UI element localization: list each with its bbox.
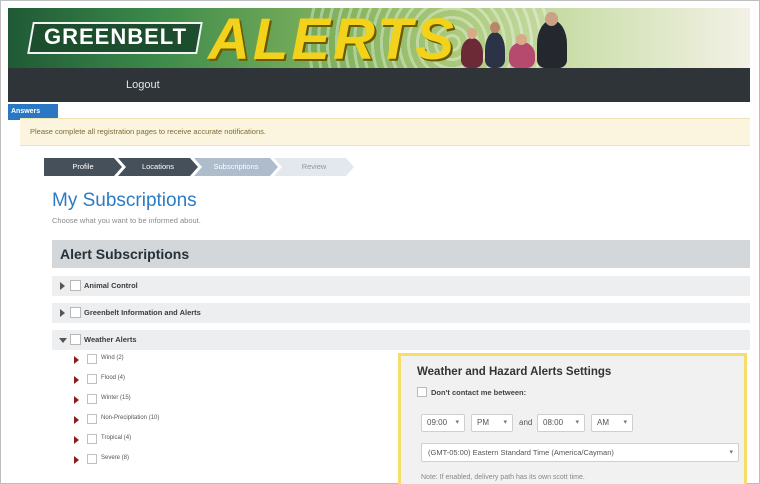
category-label: Animal Control (84, 281, 138, 290)
item-label: Non-Precipitation (10) (101, 415, 160, 421)
and-label: and (519, 418, 533, 427)
chevron-down-icon: ▾ (503, 419, 507, 426)
category-label: Greenbelt Information and Alerts (84, 308, 201, 317)
item-checkbox[interactable] (87, 454, 97, 464)
category-row-animal-control[interactable]: Animal Control (52, 276, 750, 296)
step-subscriptions[interactable]: Subscriptions (194, 158, 278, 176)
family-photo (453, 12, 603, 68)
step-review[interactable]: Review (274, 158, 354, 176)
collapse-arrow-icon[interactable] (59, 338, 67, 343)
item-label: Wind (2) (101, 355, 124, 361)
item-label: Flood (4) (101, 375, 126, 381)
start-ampm-select[interactable]: PM ▾ (471, 414, 513, 432)
top-nav: Logout (8, 68, 750, 102)
category-checkbox[interactable] (70, 307, 81, 318)
registration-steps: Profile Locations Subscriptions Review (44, 158, 364, 176)
header-banner: GREENBELT ALERTS (8, 8, 750, 68)
expand-arrow-icon[interactable] (74, 396, 79, 404)
category-checkbox[interactable] (70, 334, 81, 345)
chevron-down-icon: ▾ (575, 419, 579, 426)
end-time-select[interactable]: 08:00 ▾ (537, 414, 585, 432)
page-subtitle: Choose what you want to be informed abou… (52, 216, 201, 225)
logout-link[interactable]: Logout (126, 79, 160, 91)
item-checkbox[interactable] (87, 434, 97, 444)
greenbelt-logo: GREENBELT (44, 24, 188, 49)
item-label: Severe (8) (101, 455, 130, 461)
expand-arrow-icon[interactable] (74, 456, 79, 464)
weather-item-winter[interactable]: Winter (15) (74, 393, 274, 407)
expand-arrow-icon[interactable] (74, 436, 79, 444)
expand-arrow-icon[interactable] (74, 356, 79, 364)
registration-notice: Please complete all registration pages t… (20, 118, 750, 146)
item-checkbox[interactable] (87, 414, 97, 424)
page-title: My Subscriptions (52, 190, 197, 211)
weather-item-non-precipitation[interactable]: Non-Precipitation (10) (74, 413, 274, 427)
chevron-down-icon: ▾ (455, 419, 459, 426)
step-locations[interactable]: Locations (118, 158, 198, 176)
weather-item-flood[interactable]: Flood (4) (74, 373, 274, 387)
alerts-logo: ALERTS (208, 8, 457, 68)
expand-arrow-icon[interactable] (74, 416, 79, 424)
expand-arrow-icon[interactable] (60, 282, 65, 290)
weather-item-tropical[interactable]: Tropical (4) (74, 433, 274, 447)
item-checkbox[interactable] (87, 374, 97, 384)
dont-contact-checkbox[interactable] (417, 387, 427, 397)
panel-title: Weather and Hazard Alerts Settings (417, 366, 612, 378)
item-checkbox[interactable] (87, 394, 97, 404)
weather-item-severe[interactable]: Severe (8) (74, 453, 274, 467)
dont-contact-label: Don't contact me between: (431, 388, 527, 397)
item-label: Winter (15) (101, 395, 131, 401)
item-checkbox[interactable] (87, 354, 97, 364)
timezone-select[interactable]: (GMT-05:00) Eastern Standard Time (Ameri… (421, 443, 739, 462)
category-checkbox[interactable] (70, 280, 81, 291)
settings-note: Note: If enabled, delivery path has its … (421, 474, 585, 481)
chevron-down-icon: ▾ (623, 419, 627, 426)
start-time-select[interactable]: 09:00 ▾ (421, 414, 465, 432)
weather-item-wind[interactable]: Wind (2) (74, 353, 274, 367)
section-header: Alert Subscriptions (52, 240, 750, 268)
category-row-greenbelt-info[interactable]: Greenbelt Information and Alerts (52, 303, 750, 323)
weather-settings-panel: Weather and Hazard Alerts Settings Don't… (398, 353, 747, 484)
expand-arrow-icon[interactable] (60, 309, 65, 317)
end-ampm-select[interactable]: AM ▾ (591, 414, 633, 432)
category-row-weather-alerts[interactable]: Weather Alerts (52, 330, 750, 350)
step-profile[interactable]: Profile (44, 158, 122, 176)
item-label: Tropical (4) (101, 435, 132, 441)
category-label: Weather Alerts (84, 335, 137, 344)
expand-arrow-icon[interactable] (74, 376, 79, 384)
chevron-down-icon: ▾ (729, 449, 733, 456)
